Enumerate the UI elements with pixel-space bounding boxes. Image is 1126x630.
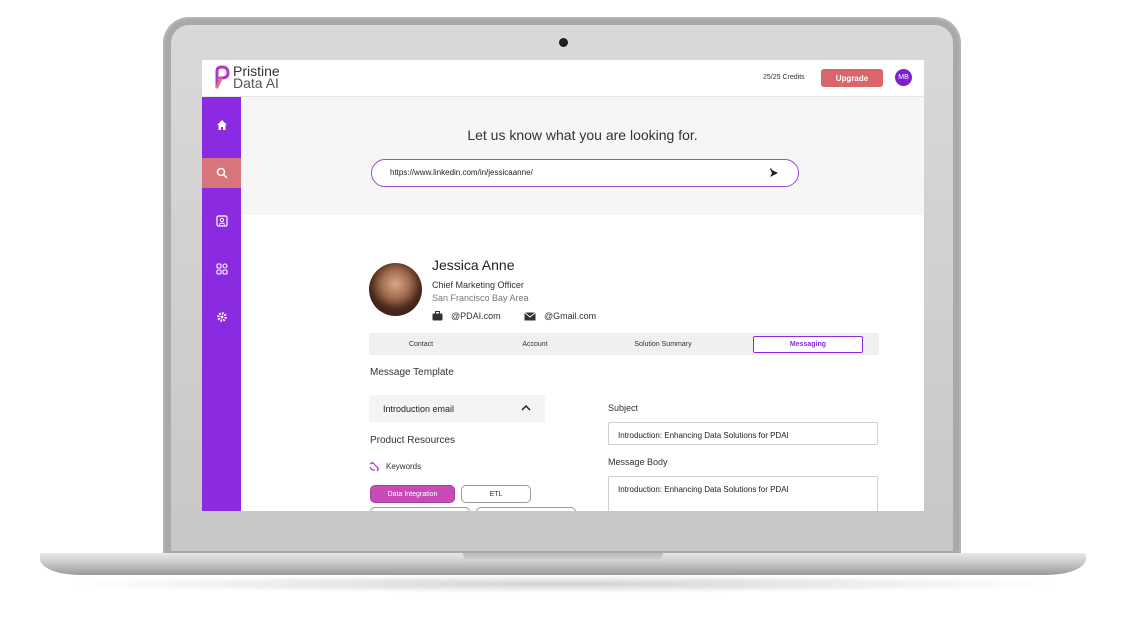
sidebar-item-search[interactable] <box>202 158 241 188</box>
sidebar-item-home[interactable] <box>202 110 241 140</box>
template-dropdown[interactable]: Introduction email <box>369 395 545 422</box>
keywords-icon <box>369 461 380 472</box>
personal-email-text: @Gmail.com <box>544 311 597 321</box>
keyword-chip-partial[interactable] <box>370 507 470 511</box>
subject-field-value: Introduction: Enhancing Data Solutions f… <box>618 431 789 440</box>
briefcase-icon <box>432 311 443 321</box>
laptop-shadow <box>60 575 1066 593</box>
message-body-value: Introduction: Enhancing Data Solutions f… <box>618 485 789 494</box>
keywords-label: Keywords <box>386 462 422 471</box>
work-email-text: @PDAI.com <box>451 311 501 321</box>
sidebar-item-settings[interactable] <box>202 302 241 332</box>
laptop-frame: Pristine Data AI 25/25 Credits Upgrade M… <box>0 0 1126 630</box>
apps-icon <box>215 263 228 275</box>
logo-line2: Data AI <box>233 75 279 91</box>
search-title: Let us know what you are looking for. <box>467 127 698 143</box>
sidebar-item-apps[interactable] <box>202 254 241 284</box>
message-template-label: Message Template <box>370 367 454 378</box>
tab-account[interactable]: Account <box>473 333 597 355</box>
subject-field[interactable]: Introduction: Enhancing Data Solutions f… <box>608 422 878 445</box>
sparkle-arrow-icon[interactable] <box>768 167 780 179</box>
logo-mark-icon <box>215 65 230 89</box>
product-resources-label: Product Resources <box>370 435 456 446</box>
logo-text: Pristine Data AI <box>233 64 280 91</box>
keywords-heading: Keywords <box>369 461 421 472</box>
search-hero: Let us know what you are looking for. ht… <box>241 97 924 215</box>
home-icon <box>216 120 227 130</box>
subject-label: Subject <box>608 403 639 413</box>
top-bar: Pristine Data AI 25/25 Credits Upgrade M… <box>202 60 924 97</box>
mail-icon <box>524 311 536 320</box>
work-email[interactable]: @PDAI.com <box>432 311 501 321</box>
message-body-field[interactable]: Introduction: Enhancing Data Solutions f… <box>608 476 878 511</box>
sidebar-item-contacts[interactable] <box>202 206 241 236</box>
chevron-up-icon <box>521 404 531 411</box>
sidebar <box>202 97 241 511</box>
contact-icon <box>215 215 228 227</box>
profile-location: San Francisco Bay Area <box>432 293 529 303</box>
profile-name: Jessica Anne <box>432 257 515 273</box>
tab-solution-summary[interactable]: Solution Summary <box>597 333 729 355</box>
search-input[interactable]: https://www.linkedin.com/in/jessicaanne/ <box>371 159 799 187</box>
message-body-label: Message Body <box>608 457 668 467</box>
search-icon <box>216 167 228 179</box>
profile-tabs: Contact Account Solution Summary Messagi… <box>369 333 879 355</box>
tab-messaging[interactable]: Messaging <box>753 336 863 353</box>
upgrade-button[interactable]: Upgrade <box>821 69 883 87</box>
credits-counter: 25/25 Credits <box>763 74 805 81</box>
profile-photo <box>369 263 422 316</box>
laptop-notch <box>463 553 663 561</box>
search-input-value: https://www.linkedin.com/in/jessicaanne/ <box>390 168 533 177</box>
template-dropdown-value: Introduction email <box>383 404 455 414</box>
camera-icon <box>559 38 568 47</box>
personal-email[interactable]: @Gmail.com <box>524 311 596 321</box>
gear-icon <box>216 312 227 322</box>
logo[interactable]: Pristine Data AI <box>214 64 280 91</box>
keyword-chip-partial[interactable] <box>476 507 576 511</box>
keyword-chip-etl[interactable]: ETL <box>461 485 531 503</box>
user-avatar[interactable]: MB <box>895 69 912 86</box>
keyword-chip-data-integration[interactable]: Data Integration <box>370 485 455 503</box>
profile-role: Chief Marketing Officer <box>432 280 524 290</box>
app-screen: Pristine Data AI 25/25 Credits Upgrade M… <box>202 60 924 511</box>
tab-contact[interactable]: Contact <box>369 333 473 355</box>
